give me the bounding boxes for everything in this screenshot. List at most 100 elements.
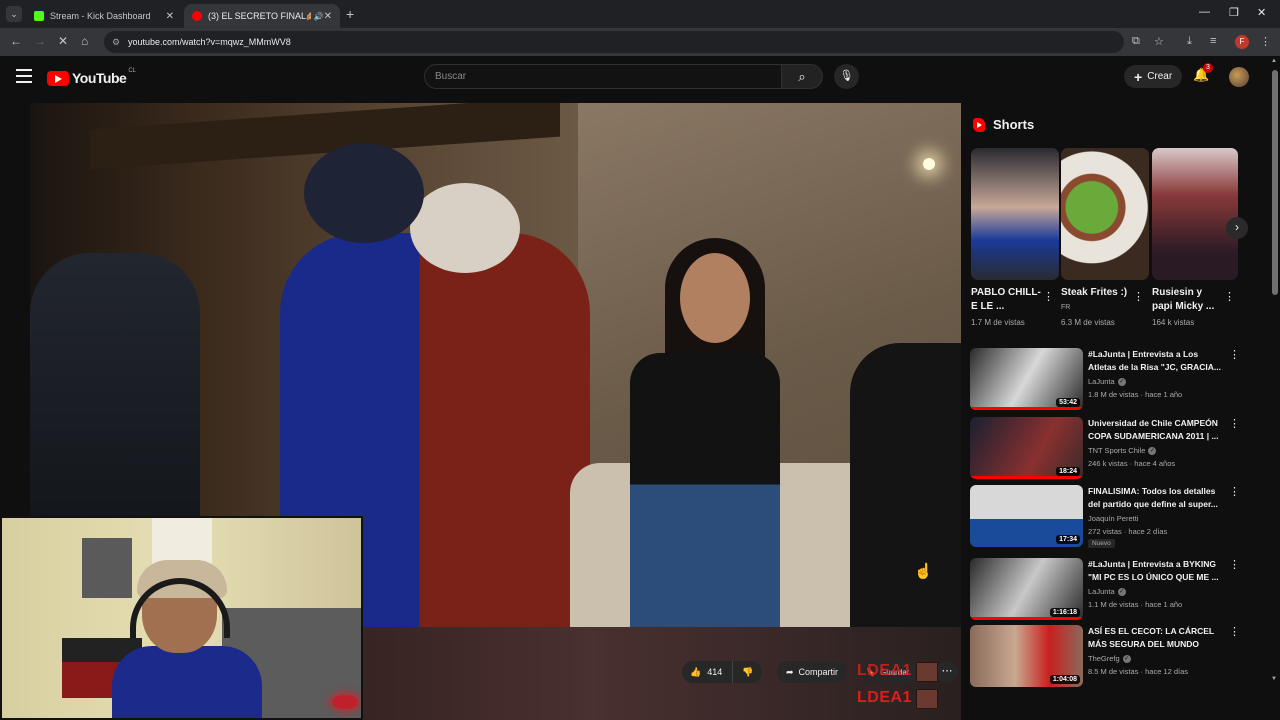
browser-toolbar: ← → ✕ ⌂ ⚙ youtube.com/watch?v=mqwz_MMmWV…: [0, 28, 1280, 56]
recommendation-item[interactable]: 17:34 FINALISIMA: Todos los detalles del…: [970, 485, 1260, 548]
video-menu-icon[interactable]: ⋮: [1229, 417, 1240, 430]
recommendation-item[interactable]: 53:42 #LaJunta | Entrevista a Los Atleta…: [970, 348, 1260, 410]
scroll-up-icon[interactable]: ▲: [1271, 58, 1277, 64]
short-thumbnail[interactable]: [1152, 148, 1238, 280]
forward-icon[interactable]: →: [34, 34, 46, 48]
video-title[interactable]: #LaJunta | Entrevista a BYKING "MI PC ES…: [1088, 558, 1226, 584]
video-title[interactable]: #LaJunta | Entrevista a Los Atletas de l…: [1088, 348, 1226, 374]
short-menu-icon[interactable]: ⋮: [1224, 290, 1235, 303]
video-menu-icon[interactable]: ⋮: [1229, 558, 1240, 571]
scrollbar-thumb[interactable]: [1272, 70, 1278, 295]
short-menu-icon[interactable]: ⋮: [1133, 290, 1144, 303]
webcam-poster: [82, 538, 132, 598]
tab-title: (3) EL SECRETO FINAL🙈 C: [208, 10, 311, 21]
plus-icon: +: [1134, 68, 1143, 85]
more-actions-button[interactable]: ⋯: [936, 661, 958, 683]
browser-tab-youtube[interactable]: (3) EL SECRETO FINAL🙈 C 🔊 ✕: [184, 4, 340, 28]
browser-tab-kick[interactable]: Stream - Kick Dashboard ✕: [26, 4, 182, 28]
video-thumbnail[interactable]: 1:04:08: [970, 625, 1083, 687]
video-duration: 53:42: [1056, 398, 1080, 407]
video-title[interactable]: Universidad de Chile CAMPEÓN COPA SUDAME…: [1088, 417, 1226, 443]
short-menu-icon[interactable]: ⋮: [1043, 290, 1054, 303]
video-thumbnail[interactable]: 17:34: [970, 485, 1083, 547]
video-frame-face: [680, 253, 750, 343]
recommendation-item[interactable]: 18:24 Universidad de Chile CAMPEÓN COPA …: [970, 417, 1260, 479]
youtube-header: YouTube CL Buscar ⌕ 🎙 + Crear 🔔 3: [0, 56, 1270, 100]
video-title[interactable]: ASÍ ES EL CECOT: LA CÁRCEL MÁS SEGURA DE…: [1088, 625, 1226, 651]
short-views: 164 k vistas: [1152, 318, 1195, 327]
short-card[interactable]: Steak Frites :) FR ⋮ 6.3 M de vistas: [1061, 148, 1149, 327]
close-tab-icon[interactable]: ✕: [324, 11, 332, 22]
video-thumbnail[interactable]: 1:16:18: [970, 558, 1083, 620]
channel-name[interactable]: LaJunta ✓: [1088, 377, 1126, 387]
reading-list-icon[interactable]: ≡: [1210, 35, 1216, 47]
notification-badge: 3: [1203, 63, 1213, 73]
site-info-icon[interactable]: ⚙: [112, 31, 120, 53]
video-menu-icon[interactable]: ⋮: [1229, 348, 1240, 361]
tab-list-chevron-icon[interactable]: ⌄: [6, 6, 22, 22]
scroll-down-icon[interactable]: ▼: [1271, 676, 1277, 682]
video-meta: 246 k vistas · hace 4 años: [1088, 459, 1176, 468]
short-views: 6.3 M de vistas: [1061, 318, 1115, 327]
recommendation-item[interactable]: 1:04:08 ASÍ ES EL CECOT: LA CÁRCEL MÁS S…: [970, 625, 1260, 687]
close-window-icon[interactable]: ✕: [1257, 6, 1266, 19]
new-tab-button[interactable]: +: [346, 6, 354, 22]
home-icon[interactable]: ⌂: [81, 34, 88, 48]
notifications-button[interactable]: 🔔 3: [1193, 63, 1213, 83]
verified-check-icon: ✓: [1117, 588, 1126, 597]
microphone-icon: 🎙: [839, 70, 854, 82]
channel-name[interactable]: TheGrefg ✓: [1088, 654, 1131, 664]
like-button[interactable]: 👍 414: [682, 661, 734, 683]
download-icon[interactable]: ⤓: [1187, 35, 1192, 48]
stop-loading-icon[interactable]: ✕: [58, 34, 68, 48]
recommendation-item[interactable]: 1:16:18 #LaJunta | Entrevista a BYKING "…: [970, 558, 1260, 620]
minimize-icon[interactable]: —: [1199, 6, 1210, 18]
search-input[interactable]: Buscar: [424, 64, 782, 89]
short-thumbnail[interactable]: [971, 148, 1059, 280]
audio-icon[interactable]: 🔊: [314, 12, 324, 21]
verified-check-icon: ✓: [1122, 655, 1131, 664]
shorts-icon: [973, 117, 985, 132]
video-duration: 1:16:18: [1049, 608, 1080, 617]
share-label: Compartir: [798, 667, 839, 677]
maximize-icon[interactable]: ❐: [1229, 6, 1239, 19]
video-duration: 1:04:08: [1049, 675, 1080, 684]
short-title[interactable]: Steak Frites :) FR: [1061, 286, 1133, 315]
channel-name[interactable]: TNT Sports Chile ✓: [1088, 446, 1157, 456]
create-button[interactable]: + Crear: [1124, 65, 1183, 88]
address-bar[interactable]: ⚙ youtube.com/watch?v=mqwz_MMmWV8: [104, 31, 1124, 53]
hamburger-menu-icon[interactable]: [16, 69, 32, 83]
short-title[interactable]: PABLO CHILL-E LE ...: [971, 286, 1043, 314]
stream-overlay-emote: [916, 689, 938, 709]
channel-name[interactable]: LaJunta ✓: [1088, 587, 1126, 597]
channel-name[interactable]: Joaquín Peretti: [1088, 514, 1138, 523]
short-card[interactable]: PABLO CHILL-E LE ... ⋮ 1.7 M de vistas: [971, 148, 1059, 327]
dislike-button[interactable]: 👎: [733, 667, 762, 678]
account-avatar[interactable]: [1229, 67, 1249, 87]
search-button[interactable]: ⌕: [781, 64, 823, 89]
shorts-next-button[interactable]: ›: [1226, 217, 1248, 239]
stream-overlay-text: LDEA1: [857, 662, 912, 679]
short-thumbnail[interactable]: [1061, 148, 1149, 280]
video-title[interactable]: FINALISIMA: Todos los detalles del parti…: [1088, 485, 1226, 511]
voice-search-button[interactable]: 🎙: [834, 64, 859, 89]
browser-profile-avatar[interactable]: F: [1235, 35, 1249, 49]
back-icon[interactable]: ←: [10, 34, 22, 48]
install-app-icon[interactable]: ⧉: [1132, 35, 1140, 48]
close-tab-icon[interactable]: ✕: [166, 11, 174, 22]
watched-progress: [970, 476, 1083, 479]
page-scrollbar[interactable]: ▲ ▼: [1270, 56, 1280, 720]
video-thumbnail[interactable]: 53:42: [970, 348, 1083, 410]
video-thumbnail[interactable]: 18:24: [970, 417, 1083, 479]
video-menu-icon[interactable]: ⋮: [1229, 625, 1240, 638]
youtube-logo[interactable]: YouTube CL: [47, 68, 136, 88]
share-button[interactable]: ➦ Compartir: [777, 661, 848, 683]
bookmark-star-icon[interactable]: ☆: [1154, 35, 1164, 48]
video-duration: 17:34: [1056, 535, 1080, 544]
browser-menu-icon[interactable]: ⋮: [1260, 35, 1271, 48]
short-title[interactable]: Rusiesin y papi Micky ...: [1152, 286, 1224, 314]
video-frame-beanie: [304, 143, 424, 243]
video-menu-icon[interactable]: ⋮: [1229, 485, 1240, 498]
video-frame-lamp: [923, 158, 935, 170]
short-card[interactable]: Rusiesin y papi Micky ... ⋮ 164 k vistas: [1152, 148, 1240, 327]
